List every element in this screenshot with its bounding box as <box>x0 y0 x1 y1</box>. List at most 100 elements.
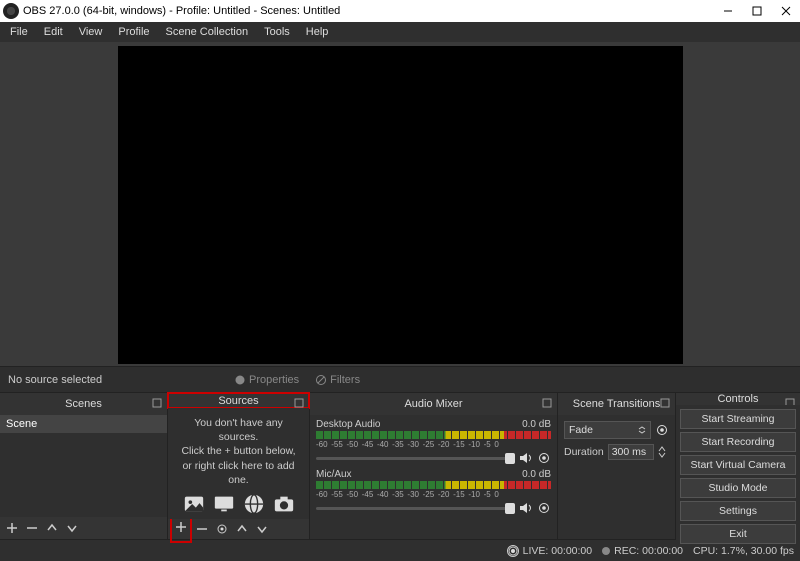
start-streaming-button[interactable]: Start Streaming <box>680 409 796 429</box>
properties-label: Properties <box>249 374 299 386</box>
volume-slider[interactable] <box>316 507 515 510</box>
preview-canvas[interactable] <box>118 46 683 364</box>
cpu-status: CPU: 1.7%, 30.00 fps <box>693 545 794 557</box>
sources-title: Sources <box>218 395 258 407</box>
record-dot-icon <box>602 547 610 555</box>
sources-header[interactable]: Sources <box>168 393 309 408</box>
transition-value: Fade <box>569 424 593 436</box>
duration-input[interactable]: 300 ms <box>608 444 654 460</box>
menu-bar: File Edit View Profile Scene Collection … <box>0 22 800 42</box>
mixer-body: Desktop Audio 0.0 dB -60-55-50-45-40-35-… <box>310 415 557 539</box>
minimize-button[interactable] <box>713 0 742 22</box>
cpu-text: CPU: 1.7%, 30.00 fps <box>693 545 794 557</box>
transitions-title: Scene Transitions <box>573 398 660 410</box>
scenes-header[interactable]: Scenes <box>0 393 167 415</box>
rec-time: REC: 00:00:00 <box>614 545 683 557</box>
scenes-list[interactable]: Scene <box>0 415 167 517</box>
record-status: REC: 00:00:00 <box>602 545 683 557</box>
volume-slider[interactable] <box>316 457 515 460</box>
globe-icon <box>243 493 265 515</box>
channel-name: Mic/Aux <box>316 469 352 480</box>
duration-label: Duration <box>564 446 604 458</box>
channel-name: Desktop Audio <box>316 419 381 430</box>
controls-title: Controls <box>718 393 759 405</box>
source-properties-button[interactable] <box>216 523 228 535</box>
scene-down-button[interactable] <box>66 522 78 534</box>
add-source-button[interactable] <box>175 521 187 533</box>
menu-tools[interactable]: Tools <box>256 24 298 40</box>
mixer-channel: Mic/Aux 0.0 dB -60-55-50-45-40-35-30-25-… <box>316 469 551 515</box>
speaker-icon[interactable] <box>519 501 533 515</box>
image-icon <box>183 493 205 515</box>
start-recording-button[interactable]: Start Recording <box>680 432 796 452</box>
scene-up-button[interactable] <box>46 522 58 534</box>
meter-scale: -60-55-50-45-40-35-30-25-20-15-10-50 <box>316 490 551 499</box>
menu-profile[interactable]: Profile <box>110 24 157 40</box>
volume-meter <box>316 481 551 489</box>
menu-help[interactable]: Help <box>298 24 337 40</box>
obs-logo-icon <box>3 3 19 19</box>
sources-list[interactable]: You don't have any sources. Click the + … <box>168 408 309 519</box>
controls-header[interactable]: Controls <box>676 393 800 405</box>
filters-label: Filters <box>330 374 360 386</box>
settings-button[interactable]: Settings <box>680 501 796 521</box>
transitions-body: Fade Duration 300 ms <box>558 415 675 539</box>
menu-edit[interactable]: Edit <box>36 24 71 40</box>
hint-line: or right click here to add one. <box>174 459 303 487</box>
scenes-toolbar <box>0 517 167 539</box>
channel-db: 0.0 dB <box>522 469 551 480</box>
filters-button[interactable]: Filters <box>307 370 368 390</box>
gear-icon[interactable] <box>537 451 551 465</box>
popout-icon[interactable] <box>659 397 671 409</box>
camera-icon <box>273 493 295 515</box>
menu-file[interactable]: File <box>2 24 36 40</box>
stream-status: LIVE: 00:00:00 <box>507 545 592 557</box>
remove-scene-button[interactable] <box>26 522 38 534</box>
channel-db: 0.0 dB <box>522 419 551 430</box>
maximize-button[interactable] <box>742 0 771 22</box>
transitions-header[interactable]: Scene Transitions <box>558 393 675 415</box>
gear-icon[interactable] <box>537 501 551 515</box>
meter-scale: -60-55-50-45-40-35-30-25-20-15-10-50 <box>316 440 551 449</box>
controls-dock: Controls Start Streaming Start Recording… <box>676 393 800 539</box>
scenes-title: Scenes <box>65 398 102 410</box>
docks-row: Scenes Scene Sources You don't have any … <box>0 393 800 539</box>
preview-area <box>0 42 800 366</box>
start-virtual-camera-button[interactable]: Start Virtual Camera <box>680 455 796 475</box>
slider-thumb[interactable] <box>505 503 515 514</box>
transition-select[interactable]: Fade <box>564 421 651 439</box>
close-button[interactable] <box>771 0 800 22</box>
slider-thumb[interactable] <box>505 453 515 464</box>
broadcast-icon <box>507 545 519 557</box>
mixer-header[interactable]: Audio Mixer <box>310 393 557 415</box>
hint-line: You don't have any sources. <box>174 416 303 444</box>
transitions-dock: Scene Transitions Fade Duration 300 ms <box>558 393 676 539</box>
menu-view[interactable]: View <box>71 24 111 40</box>
no-source-label: No source selected <box>0 374 226 386</box>
sources-toolbar <box>168 519 309 539</box>
studio-mode-button[interactable]: Studio Mode <box>680 478 796 498</box>
exit-button[interactable]: Exit <box>680 524 796 544</box>
scene-item[interactable]: Scene <box>0 415 167 433</box>
popout-icon[interactable] <box>541 397 553 409</box>
live-time: LIVE: 00:00:00 <box>523 545 592 557</box>
filters-icon <box>315 374 327 386</box>
add-scene-button[interactable] <box>6 522 18 534</box>
source-up-button[interactable] <box>236 523 248 535</box>
controls-body: Start Streaming Start Recording Start Vi… <box>676 405 800 544</box>
chevron-down-icon[interactable] <box>658 452 666 458</box>
sources-dock: Sources You don't have any sources. Clic… <box>168 393 310 539</box>
remove-source-button[interactable] <box>196 523 208 535</box>
sources-empty-hint: You don't have any sources. Click the + … <box>168 408 309 519</box>
speaker-icon[interactable] <box>519 451 533 465</box>
transition-properties-button[interactable] <box>655 423 669 437</box>
properties-button[interactable]: Properties <box>226 370 307 390</box>
source-down-button[interactable] <box>256 523 268 535</box>
mixer-title: Audio Mixer <box>404 398 462 410</box>
popout-icon[interactable] <box>151 397 163 409</box>
display-icon <box>213 493 235 515</box>
duration-stepper[interactable] <box>658 446 666 458</box>
audio-mixer-dock: Audio Mixer Desktop Audio 0.0 dB -60-55-… <box>310 393 558 539</box>
source-properties-bar: No source selected Properties Filters <box>0 366 800 393</box>
menu-scene-collection[interactable]: Scene Collection <box>158 24 257 40</box>
